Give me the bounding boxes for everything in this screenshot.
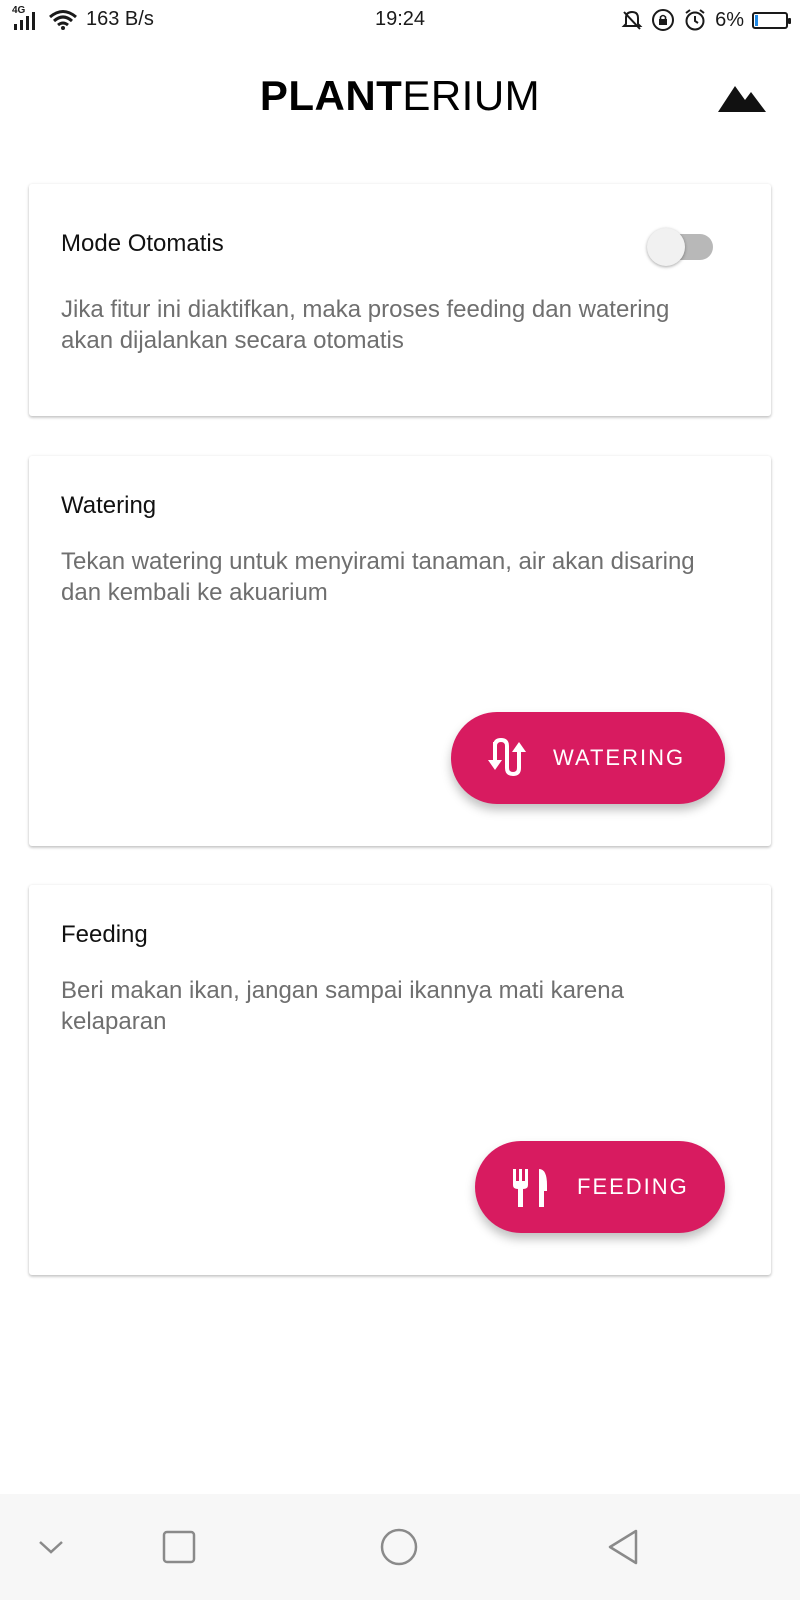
auto-mode-title: Mode Otomatis: [61, 230, 224, 257]
bell-off-icon: [621, 10, 643, 30]
battery-percent: 6%: [715, 8, 744, 31]
watering-title: Watering: [61, 492, 157, 519]
alarm-icon: [685, 9, 705, 31]
battery-icon: [752, 11, 791, 29]
home-icon[interactable]: [374, 1522, 424, 1572]
watering-description: Tekan watering untuk menyirami tanaman, …: [61, 548, 695, 606]
watering-card: Watering Tekan watering untuk menyirami …: [29, 456, 771, 846]
feeding-title: Feeding: [61, 921, 148, 948]
feeding-description: Beri makan ikan, jangan sampai ikannya m…: [61, 977, 624, 1035]
app-screen: 4G 163 B/s 19:24 6% PLANTERIUM Mode Otom…: [0, 0, 800, 1600]
rotation-lock-icon: [652, 9, 675, 31]
app-title: PLANTERIUM: [0, 72, 800, 120]
app-bar: PLANTERIUM: [0, 38, 800, 160]
status-bar: 4G 163 B/s 19:24 6%: [0, 0, 800, 38]
watering-button-label: WATERING: [553, 745, 686, 770]
fork-knife-icon: [513, 1169, 547, 1207]
navigation-bar: [0, 1494, 800, 1600]
toggle-thumb: [647, 228, 685, 266]
swap-vertical-icon: [488, 737, 526, 777]
status-right: 6%: [621, 8, 791, 32]
back-icon[interactable]: [600, 1522, 650, 1572]
landscape-icon[interactable]: [718, 82, 766, 112]
auto-mode-description: Jika fitur ini diaktifkan, maka proses f…: [61, 296, 670, 354]
app-title-bold: PLANT: [259, 72, 403, 119]
feeding-card: Feeding Beri makan ikan, jangan sampai i…: [29, 885, 771, 1275]
watering-button[interactable]: WATERING: [451, 712, 725, 804]
recents-icon[interactable]: [154, 1522, 204, 1572]
auto-mode-toggle[interactable]: [647, 228, 717, 266]
app-title-light: ERIUM: [402, 72, 541, 119]
auto-mode-card: Mode Otomatis Jika fitur ini diaktifkan,…: [29, 184, 771, 416]
feeding-button-label: FEEDING: [577, 1174, 689, 1199]
collapse-icon[interactable]: [26, 1522, 76, 1572]
feeding-button[interactable]: FEEDING: [475, 1141, 725, 1233]
